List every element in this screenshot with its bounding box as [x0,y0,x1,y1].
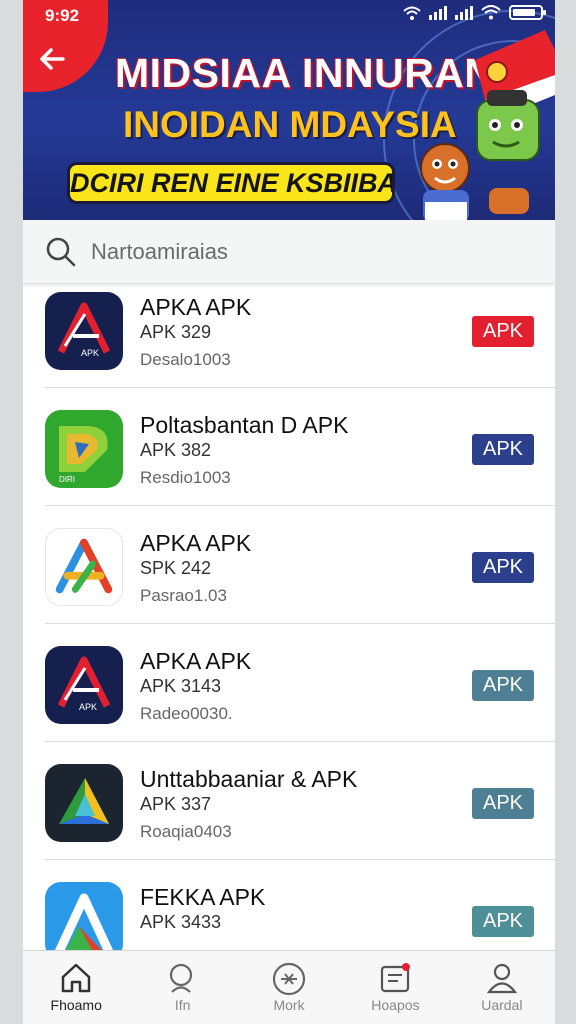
signal-icon [455,5,473,20]
app-version: APK 337 [140,794,212,814]
nav-item-updates[interactable]: Hoapos [342,951,448,1024]
svg-text:DIRI: DIRI [59,475,75,484]
apk-download-button[interactable]: APK [472,906,534,937]
nav-label: Uardal [481,997,523,1013]
nav-item-explore[interactable]: Mork [236,951,342,1024]
android-mascot-icon [420,30,555,220]
list-item[interactable]: APK APKA APK APK 3143 Radeo0030. APK [23,624,555,742]
search-bar[interactable] [23,220,555,284]
app-version: APK 329 [140,322,212,342]
inbox-icon [381,963,411,993]
nav-item-home[interactable]: Fhoamo [23,951,129,1024]
multicolor-a-logo-icon [45,528,123,606]
wifi-icon [481,5,501,20]
search-input[interactable] [91,234,531,270]
bottom-navigation: Fhoamo Ifn Mork Hoapos Uardal [23,950,555,1024]
list-item[interactable]: APKA APK SPK 242 Pasrao1.03 APK [23,506,555,624]
apk-download-button[interactable]: APK [472,552,534,583]
phone-screen: 9:92 MIDSIAA INNURAN INOIDAN MDAYSIA DCI… [23,0,555,1024]
status-icons [403,5,546,20]
list-item[interactable]: Unttabbaaniar & APK APK 337 Roaqia0403 A… [23,742,555,860]
wifi-icon [403,6,421,20]
app-downloads: Radeo0030. [140,704,233,723]
nav-label: Fhoamo [50,997,102,1013]
apk-download-button[interactable]: APK [472,670,534,701]
nav-label: Mork [273,997,305,1013]
app-version: SPK 242 [140,558,212,578]
home-icon [61,963,91,993]
app-name: FEKKA APK [140,884,266,910]
list-item[interactable]: DIRI Poltasbantan D APK APK 382 Resdio10… [23,388,555,506]
apk-download-button[interactable]: APK [472,316,534,347]
search-icon [169,963,192,993]
nav-label: Ifn [174,997,191,1013]
banner-tagline: DCIRI REN EINE KSBIIBA! [67,162,395,204]
app-version: APK 3433 [140,912,222,932]
app-name: Poltasbantan D APK [140,412,349,438]
app-downloads: Roaqia0403 [140,822,232,841]
promo-banner[interactable]: 9:92 MIDSIAA INNURAN INOIDAN MDAYSIA DCI… [23,0,555,220]
app-name: APKA APK [140,530,252,556]
nav-label: Hoapos [371,997,420,1013]
user-icon [486,963,518,994]
navy-a-logo-icon: APK [45,292,123,370]
svg-text:APK: APK [79,702,97,712]
navy-a-logo-icon: APK [45,646,123,724]
app-downloads: Resdio1003 [140,468,231,487]
blue-a-logo-icon [45,882,123,950]
green-d-logo-icon: DIRI [45,410,123,488]
back-arrow-icon[interactable] [35,44,69,78]
app-name: APKA APK [140,294,252,320]
app-version: APK 3143 [140,676,222,696]
compass-icon [272,962,306,996]
app-version: APK 382 [140,440,212,460]
status-time: 9:92 [45,6,80,25]
app-downloads: Desalo1003 [140,350,231,369]
battery-icon [509,5,546,20]
app-downloads: Pasrao1.03 [140,586,227,605]
nav-item-search[interactable]: Ifn [129,951,235,1024]
app-list: APK APKA APK APK 329 Desalo1003 APK DIRI… [23,284,555,950]
search-icon[interactable] [45,236,77,268]
signal-icon [429,5,447,20]
apk-download-button[interactable]: APK [472,788,534,819]
app-name: APKA APK [140,648,252,674]
dark-triangle-logo-icon [45,764,123,842]
nav-item-profile[interactable]: Uardal [449,951,555,1024]
app-name: Unttabbaaniar & APK [140,766,358,792]
list-item[interactable]: APK APKA APK APK 329 Desalo1003 APK [23,284,555,388]
svg-text:APK: APK [81,348,99,358]
apk-download-button[interactable]: APK [472,434,534,465]
list-item[interactable]: FEKKA APK APK 3433 APK [23,860,555,950]
